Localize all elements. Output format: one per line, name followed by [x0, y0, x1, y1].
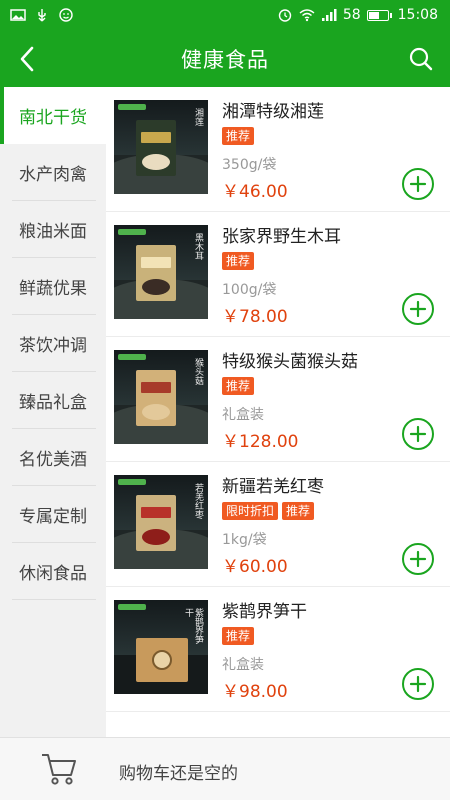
product-spec: 礼盒装 [222, 407, 264, 423]
category-label: 休闲食品 [19, 564, 87, 584]
product-image: 黑木耳 [114, 225, 208, 319]
category-label: 臻品礼盒 [19, 393, 87, 413]
plus-icon [409, 175, 427, 193]
product-price: ￥128.00 [222, 432, 299, 452]
tag-limited-discount: 限时折扣 [222, 502, 279, 520]
battery-icon [366, 9, 392, 21]
clock: 15:08 [397, 7, 438, 23]
product-tags: 推荐 [222, 127, 255, 145]
tag-recommend: 推荐 [222, 252, 255, 270]
product-card[interactable]: 若羌红枣 新疆若羌红枣 限时折扣 推荐 1kg/袋 ￥60.00 [106, 462, 450, 587]
plus-icon [409, 300, 427, 318]
product-name: 新疆若羌红枣 [222, 477, 324, 497]
product-image: 湘莲 [114, 100, 208, 194]
page-title: 健康食品 [181, 47, 269, 72]
search-icon [409, 47, 433, 71]
category-zhenpin-lihe[interactable]: 臻品礼盒 [0, 372, 106, 429]
category-label: 水产肉禽 [19, 165, 87, 185]
category-liangyou-mimian[interactable]: 粮油米面 [0, 201, 106, 258]
status-bar: 58 15:08 [0, 0, 450, 30]
category-label: 粮油米面 [19, 222, 87, 242]
tag-recommend: 推荐 [222, 127, 255, 145]
product-spec: 350g/袋 [222, 157, 277, 173]
product-image: 猴头菇 [114, 350, 208, 444]
product-name: 特级猴头菌猴头菇 [222, 352, 358, 372]
back-button[interactable] [10, 42, 44, 76]
plus-icon [409, 675, 427, 693]
add-to-cart-button[interactable] [402, 168, 434, 200]
category-xiuxian-shipin[interactable]: 休闲食品 [0, 543, 106, 600]
product-price: ￥60.00 [222, 557, 288, 577]
signal-icon [321, 9, 337, 21]
product-tags: 推荐 [222, 627, 255, 645]
category-chayin-chongtiao[interactable]: 茶饮冲调 [0, 315, 106, 372]
plus-icon [409, 425, 427, 443]
product-image: 若羌红枣 [114, 475, 208, 569]
wifi-icon [299, 9, 315, 22]
plus-icon [409, 550, 427, 568]
category-label: 南北干货 [19, 108, 87, 128]
category-label: 专属定制 [19, 507, 87, 527]
product-spec: 1kg/袋 [222, 532, 267, 548]
product-name: 湘潭特级湘莲 [222, 102, 324, 122]
product-price: ￥46.00 [222, 182, 288, 202]
add-to-cart-button[interactable] [402, 668, 434, 700]
tag-recommend: 推荐 [222, 627, 255, 645]
smiley-icon [59, 8, 73, 22]
product-spec: 100g/袋 [222, 282, 277, 298]
category-label: 鲜蔬优果 [19, 279, 87, 299]
tag-recommend: 推荐 [222, 377, 255, 395]
signal-value: 58 [342, 7, 361, 23]
product-card[interactable]: 湘莲 湘潭特级湘莲 推荐 350g/袋 ￥46.00 [106, 87, 450, 212]
tag-recommend: 推荐 [282, 502, 315, 520]
add-to-cart-button[interactable] [402, 293, 434, 325]
add-to-cart-button[interactable] [402, 543, 434, 575]
product-card[interactable]: 黑木耳 张家界野生木耳 推荐 100g/袋 ￥78.00 [106, 212, 450, 337]
product-tags: 限时折扣 推荐 [222, 502, 315, 520]
app-bar: 健康食品 [0, 30, 450, 87]
product-card[interactable]: 紫鹊界笋干 紫鹊界笋干 推荐 礼盒装 ￥98.00 [106, 587, 450, 712]
product-image: 紫鹊界笋干 [114, 600, 208, 694]
category-sidebar: 南北干货 水产肉禽 粮油米面 鲜蔬优果 茶饮冲调 臻品礼盒 名优美酒 专属定制 … [0, 87, 106, 737]
product-list: 湘莲 湘潭特级湘莲 推荐 350g/袋 ￥46.00 黑木耳 张家界野生木耳 推… [106, 87, 450, 737]
cart-bar[interactable]: 购物车还是空的 [0, 737, 450, 800]
category-shuichan-rouqin[interactable]: 水产肉禽 [0, 144, 106, 201]
status-bar-left [10, 8, 74, 22]
product-tags: 推荐 [222, 377, 255, 395]
category-label: 名优美酒 [19, 450, 87, 470]
status-bar-right: 58 15:08 [277, 7, 438, 23]
usb-icon [38, 9, 46, 22]
category-nanbei-ganhuo[interactable]: 南北干货 [0, 87, 106, 144]
shopping-cart-icon[interactable] [40, 750, 78, 788]
product-spec: 礼盒装 [222, 657, 264, 673]
cart-empty-text: 购物车还是空的 [119, 764, 238, 784]
product-price: ￥78.00 [222, 307, 288, 327]
product-tags: 推荐 [222, 252, 255, 270]
product-name: 紫鹊界笋干 [222, 602, 307, 622]
image-icon [10, 9, 26, 21]
search-button[interactable] [404, 42, 438, 76]
chevron-left-icon [20, 46, 34, 72]
product-card[interactable]: 猴头菇 特级猴头菌猴头菇 推荐 礼盒装 ￥128.00 [106, 337, 450, 462]
category-zhuanshu-dingzhi[interactable]: 专属定制 [0, 486, 106, 543]
add-to-cart-button[interactable] [402, 418, 434, 450]
product-name: 张家界野生木耳 [222, 227, 341, 247]
alarm-icon [278, 9, 292, 22]
product-price: ￥98.00 [222, 682, 288, 702]
category-label: 茶饮冲调 [19, 336, 87, 356]
category-mingyou-meijiu[interactable]: 名优美酒 [0, 429, 106, 486]
category-xianshu-youguo[interactable]: 鲜蔬优果 [0, 258, 106, 315]
